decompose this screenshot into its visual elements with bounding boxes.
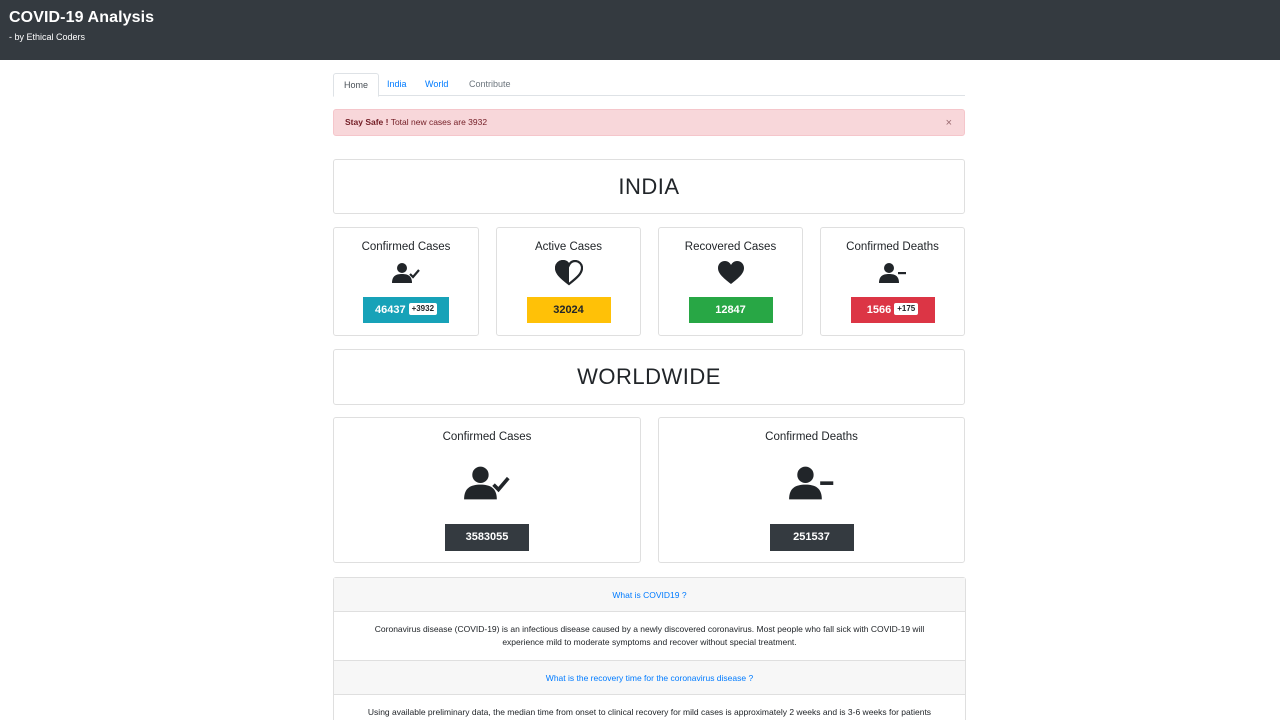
india-confirmed-stat: 46437 +3932	[363, 297, 449, 323]
user-minus-icon	[788, 465, 836, 506]
tab-india[interactable]: India	[377, 73, 417, 96]
faq-question-covid19[interactable]: What is COVID19 ?	[334, 578, 965, 612]
india-active-card: Active Cases 32024	[496, 227, 641, 336]
alert-strong-text: Stay Safe !	[345, 117, 389, 127]
world-deaths-stat: 251537	[769, 524, 854, 551]
india-heading-box: INDIA	[333, 159, 965, 214]
app-subtitle: - by Ethical Coders	[9, 32, 86, 42]
card-title: Confirmed Cases	[442, 431, 532, 443]
india-deaths-card: Confirmed Deaths 1566 +175	[820, 227, 965, 336]
stat-value: 32024	[553, 304, 584, 316]
tab-home[interactable]: Home	[333, 73, 380, 97]
faq-answer-covid19: Coronavirus disease (COVID-19) is an inf…	[334, 612, 965, 661]
user-minus-icon	[878, 262, 907, 289]
india-confirmed-card: Confirmed Cases 46437 +3932	[333, 227, 479, 336]
india-recovered-card: Recovered Cases 12847	[658, 227, 803, 336]
world-confirmed-card: Confirmed Cases 3583055	[333, 417, 641, 563]
half-heart-icon	[554, 259, 583, 291]
card-title: Confirmed Deaths	[765, 431, 858, 443]
alert-close-button[interactable]: ×	[946, 110, 952, 137]
stat-delta-badge: +3932	[408, 303, 438, 316]
world-deaths-card: Confirmed Deaths 251537	[658, 417, 965, 563]
tab-world[interactable]: World	[415, 73, 458, 96]
worldwide-heading-box: WORLDWIDE	[333, 349, 965, 405]
card-title: Active Cases	[534, 241, 603, 253]
world-confirmed-stat: 3583055	[445, 524, 529, 551]
faq-question-recovery-time[interactable]: What is the recovery time for the corona…	[334, 661, 965, 695]
app-title[interactable]: COVID-19 Analysis	[9, 9, 154, 27]
stat-delta-badge: +175	[894, 303, 919, 316]
stat-value: 251537	[793, 531, 830, 543]
stat-value: 46437	[374, 304, 406, 316]
alert-text: Total new cases are 3932	[390, 117, 488, 127]
card-title: Confirmed Deaths	[846, 241, 939, 253]
nav-tabs: Home India World Contribute	[333, 73, 965, 97]
india-active-stat: 32024	[526, 297, 611, 323]
stat-value: 12847	[715, 304, 746, 316]
stat-value: 3583055	[465, 531, 509, 543]
card-title: Confirmed Cases	[361, 241, 451, 253]
top-navbar: COVID-19 Analysis - by Ethical Coders	[0, 0, 1280, 60]
tab-contribute[interactable]: Contribute	[459, 73, 521, 96]
india-recovered-stat: 12847	[688, 297, 773, 323]
india-deaths-stat: 1566 +175	[850, 297, 935, 323]
new-cases-alert: Stay Safe ! Total new cases are 3932 ×	[333, 109, 965, 136]
faq-accordion: What is COVID19 ? Coronavirus disease (C…	[333, 577, 966, 720]
worldwide-heading: WORLDWIDE	[577, 364, 721, 389]
user-check-icon	[392, 262, 420, 289]
india-heading: INDIA	[618, 174, 680, 199]
user-check-icon	[463, 465, 511, 506]
heart-icon	[717, 260, 745, 291]
stat-value: 1566	[866, 304, 892, 316]
main-container: Home India World Contribute Stay Safe ! …	[333, 73, 966, 720]
faq-answer-recovery-time: Using available preliminary data, the me…	[367, 707, 932, 717]
card-title: Recovered Cases	[684, 241, 777, 253]
